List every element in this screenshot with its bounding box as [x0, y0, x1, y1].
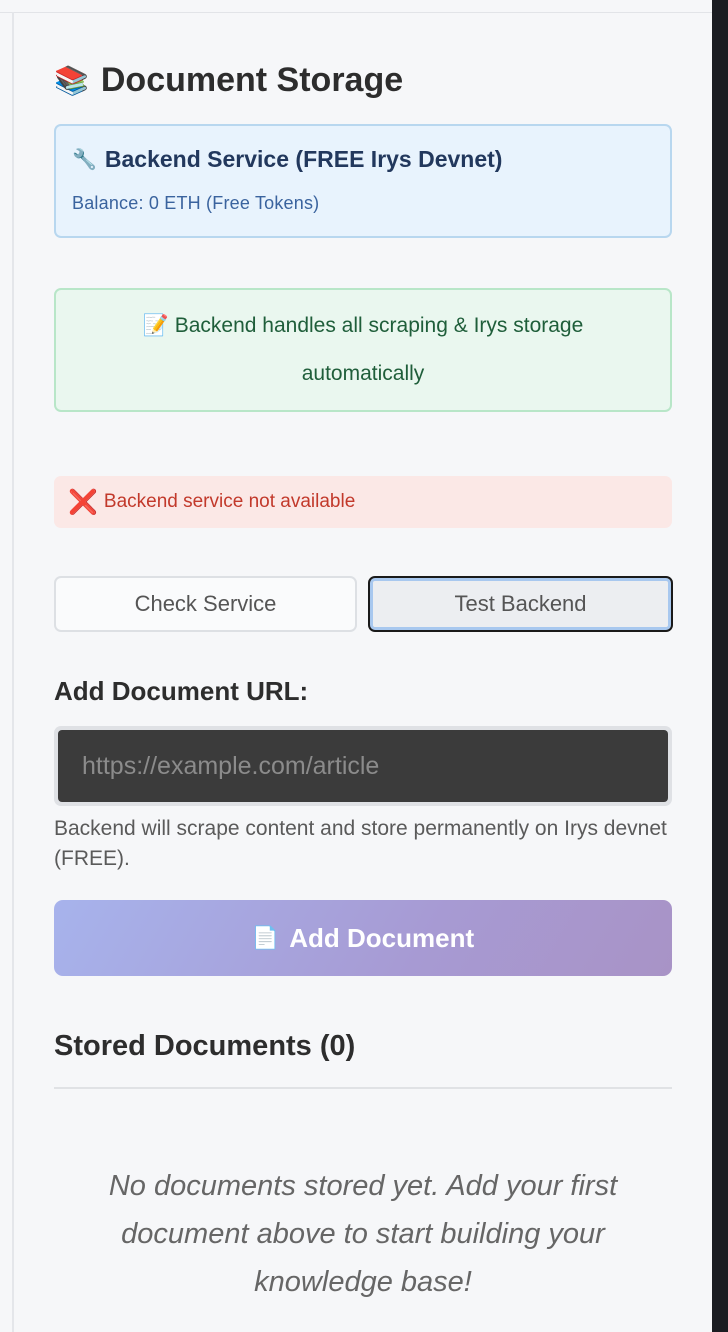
check-service-button[interactable]: Check Service	[54, 576, 357, 632]
service-status-card: 🔧 Backend Service (FREE Irys Devnet) Bal…	[54, 124, 672, 238]
right-edge-panel	[712, 0, 728, 1332]
service-title-text: Backend Service (FREE Irys Devnet)	[104, 146, 503, 172]
add-document-button[interactable]: 📄 Add Document	[54, 900, 672, 976]
error-text: Backend service not available	[103, 491, 356, 512]
info-text-content: Backend handles all scraping & Irys stor…	[174, 314, 584, 385]
page-title: 📚 Document Storage	[54, 58, 672, 102]
service-balance: Balance: 0 ETH (Free Tokens)	[72, 193, 320, 213]
section-divider	[54, 1087, 672, 1089]
top-border	[0, 12, 712, 13]
document-icon: 📄	[251, 925, 280, 950]
error-x-icon: ❌	[68, 488, 98, 516]
empty-state-message: No documents stored yet. Add your first …	[108, 1170, 618, 1298]
info-text: 📝 Backend handles all scraping & Irys st…	[96, 302, 630, 398]
error-banner: ❌ Backend service not available	[54, 476, 672, 528]
wrench-icon: 🔧	[72, 149, 97, 171]
test-backend-button[interactable]: Test Backend	[368, 576, 673, 632]
url-helper-text: Backend will scrape content and store pe…	[54, 817, 667, 870]
page-title-text: Document Storage	[100, 60, 404, 99]
url-field-label: Add Document URL:	[54, 676, 309, 706]
service-title: 🔧 Backend Service (FREE Irys Devnet)	[72, 146, 654, 173]
url-input[interactable]	[58, 730, 668, 802]
stored-documents-title: Stored Documents (0)	[54, 1030, 356, 1062]
add-document-label: Add Document	[289, 922, 475, 953]
url-input-wrapper	[54, 726, 672, 806]
memo-icon: 📝	[142, 314, 169, 337]
left-border	[12, 12, 14, 1332]
info-banner: 📝 Backend handles all scraping & Irys st…	[54, 288, 672, 412]
books-icon: 📚	[54, 64, 89, 96]
